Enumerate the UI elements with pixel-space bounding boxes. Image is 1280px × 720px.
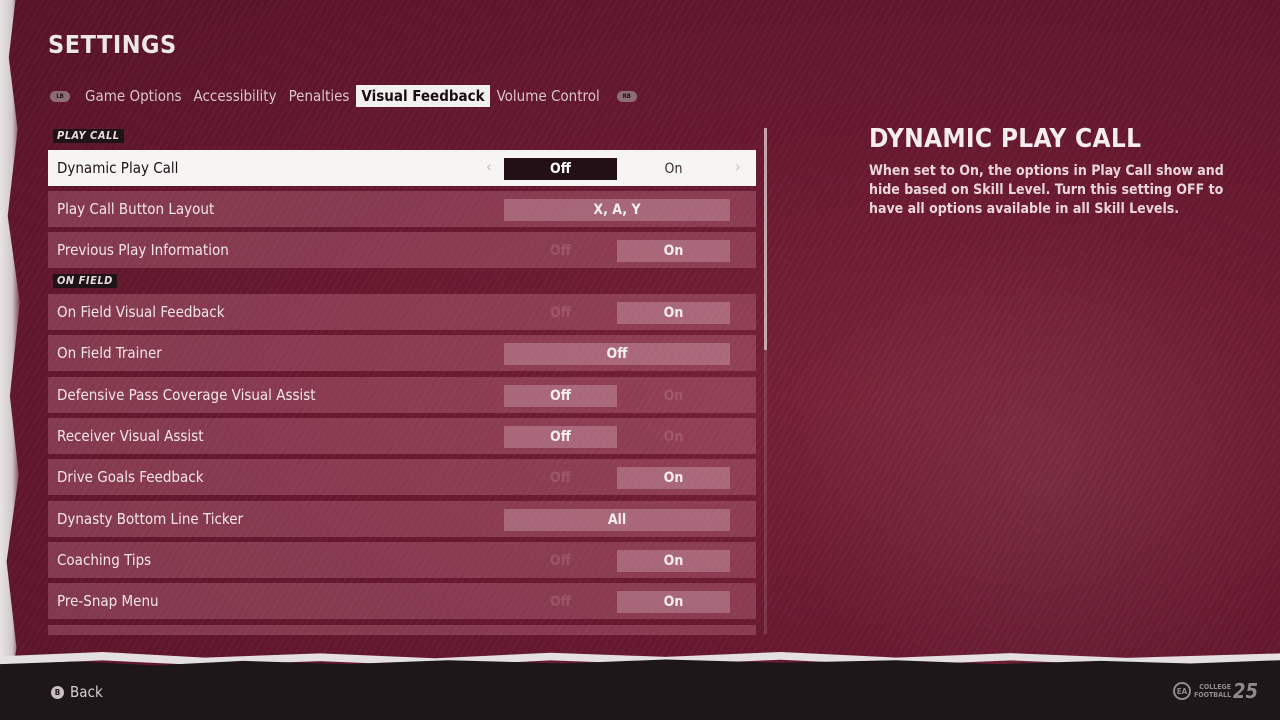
option-selector[interactable]: Off On xyxy=(504,426,730,448)
option-selector[interactable]: Off On xyxy=(504,591,730,613)
option-off[interactable]: Off xyxy=(504,550,617,572)
setting-label: Dynasty Bottom Line Ticker xyxy=(57,510,244,528)
setting-row-pre-snap-menu[interactable]: Pre-Snap Menu Off On xyxy=(48,583,756,619)
back-button[interactable]: B Back xyxy=(51,683,103,701)
footer-bar xyxy=(0,659,1280,720)
setting-row-defensive-pass-coverage-visual-assist[interactable]: Defensive Pass Coverage Visual Assist Of… xyxy=(48,377,756,413)
option-off[interactable]: Off xyxy=(504,240,617,262)
tab-accessibility[interactable]: Accessibility xyxy=(189,85,282,107)
option-off[interactable]: Off xyxy=(504,385,617,407)
setting-label: On Field Visual Feedback xyxy=(57,303,225,321)
tab-game-options[interactable]: Game Options xyxy=(80,85,187,107)
setting-row-coaching-tips[interactable]: Coaching Tips Off On xyxy=(48,542,756,578)
option-value[interactable]: All xyxy=(504,509,730,531)
option-on[interactable]: On xyxy=(617,158,730,180)
setting-label: Defensive Pass Coverage Visual Assist xyxy=(57,386,316,404)
option-selector[interactable]: Off On xyxy=(504,158,730,180)
option-on[interactable]: On xyxy=(617,302,730,324)
tab-bar: LB Game Options Accessibility Penalties … xyxy=(50,85,637,107)
setting-label: Pre-Snap Menu xyxy=(57,592,159,610)
setting-row-previous-play-information[interactable]: Previous Play Information Off On xyxy=(48,232,756,268)
scrollbar-thumb[interactable] xyxy=(764,128,767,350)
option-value[interactable]: X, A, Y xyxy=(504,199,730,221)
logo-line-college: COLLEGE xyxy=(1199,683,1232,691)
description-title: DYNAMIC PLAY CALL xyxy=(869,124,1142,154)
setting-row-partial[interactable] xyxy=(48,625,756,635)
logo-text: COLLEGE FOOTBALL xyxy=(1194,683,1231,699)
option-selector[interactable]: Off On xyxy=(504,302,730,324)
setting-row-dynasty-bottom-line-ticker[interactable]: Dynasty Bottom Line Ticker All xyxy=(48,501,756,537)
option-on[interactable]: On xyxy=(617,467,730,489)
tab-penalties[interactable]: Penalties xyxy=(284,85,355,107)
option-selector[interactable]: All xyxy=(504,509,730,531)
setting-label: Receiver Visual Assist xyxy=(57,427,204,445)
option-off[interactable]: Off xyxy=(504,302,617,324)
tab-visual-feedback[interactable]: Visual Feedback xyxy=(356,85,490,107)
option-selector[interactable]: Off On xyxy=(504,385,730,407)
section-label-play-call: PLAY CALL xyxy=(53,129,124,143)
option-on[interactable]: On xyxy=(617,385,730,407)
setting-label: Dynamic Play Call xyxy=(57,159,179,177)
chevron-left-icon[interactable]: ‹ xyxy=(486,157,492,176)
section-label-on-field: ON FIELD xyxy=(53,274,117,288)
option-value[interactable]: Off xyxy=(504,343,730,365)
tab-volume-control[interactable]: Volume Control xyxy=(492,85,605,107)
option-on[interactable]: On xyxy=(617,240,730,262)
description-text: When set to On, the options in Play Call… xyxy=(869,163,1224,217)
page-title: SETTINGS xyxy=(48,30,177,59)
setting-label: Previous Play Information xyxy=(57,241,229,259)
option-selector[interactable]: Off On xyxy=(504,550,730,572)
setting-label: On Field Trainer xyxy=(57,344,162,362)
setting-row-on-field-visual-feedback[interactable]: On Field Visual Feedback Off On xyxy=(48,294,756,330)
back-label: Back xyxy=(70,683,103,701)
option-on[interactable]: On xyxy=(617,550,730,572)
setting-row-on-field-trainer[interactable]: On Field Trainer Off xyxy=(48,335,756,371)
logo-number: 25 xyxy=(1233,679,1259,703)
rb-button-icon[interactable]: RB xyxy=(616,90,637,102)
chevron-right-icon[interactable]: › xyxy=(735,157,741,176)
setting-label: Play Call Button Layout xyxy=(57,200,215,218)
torn-paper-edge xyxy=(0,0,20,720)
option-off[interactable]: Off xyxy=(504,591,617,613)
college-football-logo: EA COLLEGE FOOTBALL 25 xyxy=(1173,679,1258,703)
setting-row-dynamic-play-call[interactable]: Dynamic Play Call ‹ Off On › xyxy=(48,150,756,186)
setting-row-play-call-button-layout[interactable]: Play Call Button Layout X, A, Y xyxy=(48,191,756,227)
setting-label: Drive Goals Feedback xyxy=(57,468,204,486)
option-on[interactable]: On xyxy=(617,591,730,613)
b-button-icon: B xyxy=(51,685,64,699)
setting-label: Coaching Tips xyxy=(57,551,152,569)
option-selector[interactable]: Off xyxy=(504,343,730,365)
settings-list: PLAY CALL Dynamic Play Call ‹ Off On › P… xyxy=(48,128,756,635)
scrollbar[interactable] xyxy=(764,128,767,634)
logo-line-football: FOOTBALL xyxy=(1194,691,1232,699)
option-selector[interactable]: X, A, Y xyxy=(504,199,730,221)
option-selector[interactable]: Off On xyxy=(504,240,730,262)
option-off[interactable]: Off xyxy=(504,467,617,489)
option-off[interactable]: Off xyxy=(504,158,617,180)
lb-button-icon[interactable]: LB xyxy=(50,90,70,102)
setting-row-receiver-visual-assist[interactable]: Receiver Visual Assist Off On xyxy=(48,418,756,454)
option-off[interactable]: Off xyxy=(504,426,617,448)
setting-row-drive-goals-feedback[interactable]: Drive Goals Feedback Off On xyxy=(48,459,756,495)
option-selector[interactable]: Off On xyxy=(504,467,730,489)
ea-logo-icon: EA xyxy=(1173,682,1191,700)
option-on[interactable]: On xyxy=(617,426,730,448)
